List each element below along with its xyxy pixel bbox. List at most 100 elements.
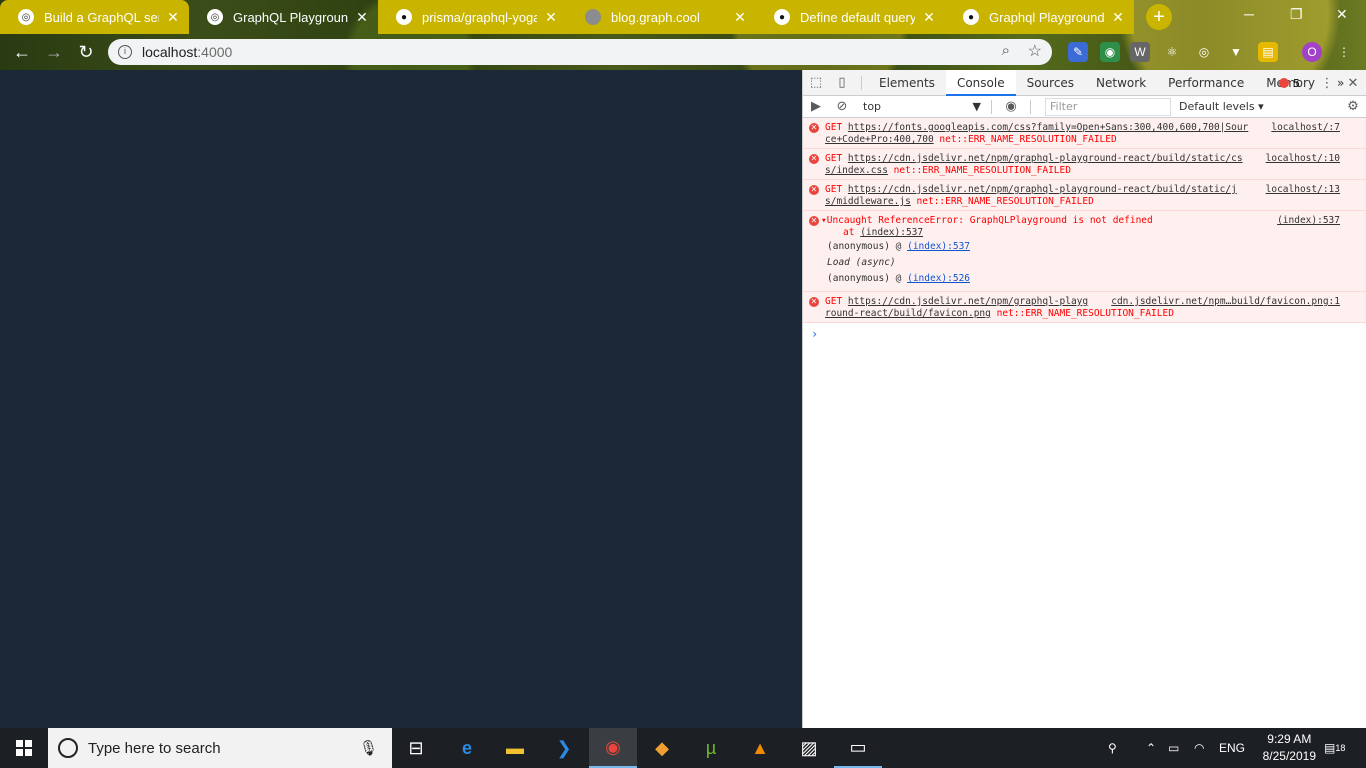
source-link[interactable]: localhost/:7 <box>1267 122 1340 134</box>
error-x-icon: ✕ <box>809 185 819 195</box>
tab-elements[interactable]: Elements <box>868 70 946 96</box>
clock[interactable]: 9:29 AM 8/25/2019 <box>1263 731 1316 765</box>
start-button[interactable] <box>0 728 48 768</box>
menu-icon[interactable]: ⋮ <box>1334 42 1354 62</box>
file-explorer-icon[interactable]: ▬ <box>491 728 539 768</box>
stack-frame: (anonymous) @ (index):537 <box>821 241 1360 253</box>
log-levels-dropdown[interactable]: Default levels ▾ <box>1179 100 1264 113</box>
console-exception-message[interactable]: ✕ ▾Uncaught ReferenceError: GraphQLPlayg… <box>803 211 1366 292</box>
error-url-cont[interactable]: s/index.css <box>825 165 888 176</box>
vscode-icon[interactable]: ❯ <box>540 728 588 768</box>
source-link[interactable]: (index):537 <box>1273 215 1340 227</box>
tab-blog-graph-cool[interactable]: blog.graph.cool ✕ <box>567 0 756 34</box>
extension-pen-icon[interactable]: ✎ <box>1068 42 1088 62</box>
stack-at-link[interactable]: (index):537 <box>860 227 923 238</box>
error-url-cont[interactable]: round-react/build/favicon.png <box>825 308 991 319</box>
tab-performance[interactable]: Performance <box>1157 70 1255 96</box>
devtools-menu-icon[interactable]: ⋮ <box>1314 76 1340 91</box>
stack-link[interactable]: (index):537 <box>907 241 970 252</box>
context-selector[interactable]: top ▼ <box>863 100 985 113</box>
github-icon: ● <box>774 9 790 25</box>
error-url-cont[interactable]: s/middleware.js <box>825 196 911 207</box>
notifications-icon[interactable]: ▤ 18 <box>1324 728 1345 768</box>
extension-vue-icon[interactable]: ▼ <box>1226 42 1246 62</box>
forward-icon[interactable]: → <box>43 42 65 63</box>
source-link[interactable]: localhost/:13 <box>1261 184 1340 196</box>
tab-graphql-playground-en[interactable]: ● Graphql Playground en ✕ <box>945 0 1134 34</box>
address-bar[interactable]: i localhost:4000 ⌕ ☆ <box>108 39 1052 65</box>
back-icon[interactable]: ← <box>11 42 33 63</box>
stack-link[interactable]: (index):526 <box>907 273 970 284</box>
error-url[interactable]: https://cdn.jsdelivr.net/npm/graphql-pla… <box>848 296 1088 307</box>
minimize-icon[interactable]: ─ <box>1244 6 1254 22</box>
language-indicator[interactable]: ENG <box>1219 728 1245 768</box>
tab-build-graphql-server[interactable]: ◎ Build a GraphQL server ✕ <box>0 0 189 34</box>
utorrent-icon[interactable]: µ <box>687 728 735 768</box>
source-link[interactable]: localhost/:10 <box>1261 153 1340 165</box>
microphone-icon[interactable]: 🎙 <box>359 739 378 757</box>
filter-input[interactable]: Filter <box>1045 97 1171 116</box>
info-icon[interactable]: i <box>118 45 132 59</box>
settings-gear-icon[interactable]: ⚙ <box>1340 99 1366 114</box>
clear-console-icon[interactable]: ⊘ <box>829 99 855 114</box>
error-count[interactable]: 5 <box>1293 77 1300 90</box>
device-toolbar-icon[interactable]: ▯ <box>829 75 855 90</box>
error-url[interactable]: https://cdn.jsdelivr.net/npm/graphql-pla… <box>848 153 1243 164</box>
extension-globe-icon[interactable]: ◉ <box>1100 42 1120 62</box>
error-text: net::ERR_NAME_RESOLUTION_FAILED <box>996 308 1174 319</box>
inspect-element-icon[interactable]: ⬚ <box>803 75 829 90</box>
extension-circle-icon[interactable]: ◎ <box>1194 42 1214 62</box>
close-icon[interactable]: ✕ <box>732 9 748 26</box>
console-error-message: ✕ GET https://cdn.jsdelivr.net/npm/graph… <box>803 180 1366 211</box>
people-icon[interactable]: ⚲ <box>1108 728 1117 768</box>
git-icon[interactable]: ◆ <box>638 728 686 768</box>
tab-graphql-playground[interactable]: ◎ GraphQL Playground ✕ <box>189 0 378 34</box>
tab-define-default-query[interactable]: ● Define default query sh ✕ <box>756 0 945 34</box>
error-url-cont[interactable]: ce+Code+Pro:400,700 <box>825 134 934 145</box>
extension-note-icon[interactable]: ▤ <box>1258 42 1278 62</box>
tab-console[interactable]: Console <box>945 69 1016 96</box>
profile-avatar[interactable]: O <box>1302 42 1322 62</box>
bookmark-star-icon[interactable]: ☆ <box>1028 41 1042 61</box>
close-icon[interactable]: ✕ <box>354 9 370 26</box>
restore-icon[interactable]: ❐ <box>1290 6 1303 23</box>
devtools-close-icon[interactable]: ✕ <box>1340 76 1366 91</box>
close-icon[interactable]: ✕ <box>165 9 181 26</box>
battery-icon[interactable]: ▭ <box>1168 728 1179 768</box>
error-url[interactable]: https://cdn.jsdelivr.net/npm/graphql-pla… <box>848 184 1237 195</box>
taskbar-search[interactable]: Type here to search 🎙 <box>48 728 392 768</box>
exception-text: ▾Uncaught ReferenceError: GraphQLPlaygro… <box>821 215 1153 226</box>
window-close-icon[interactable]: ✕ <box>1336 6 1348 23</box>
tab-sources[interactable]: Sources <box>1016 70 1085 96</box>
tab-prisma-graphql-yoga[interactable]: ● prisma/graphql-yoga: G ✕ <box>378 0 567 34</box>
github-icon: ● <box>963 9 979 25</box>
zoom-icon[interactable]: ⌕ <box>1002 42 1010 59</box>
close-icon[interactable]: ✕ <box>1110 9 1126 26</box>
devtools-panel: ⬚ ▯ Elements Console Sources Network Per… <box>802 69 1366 728</box>
edge-icon[interactable]: e <box>443 728 491 768</box>
error-url[interactable]: https://fonts.googleapis.com/css?family=… <box>848 122 1248 133</box>
method: GET <box>825 296 843 307</box>
wifi-icon[interactable]: ◠ <box>1194 728 1204 768</box>
reload-icon[interactable]: ↻ <box>75 42 97 63</box>
photos-icon[interactable]: ▨ <box>785 728 833 768</box>
close-icon[interactable]: ✕ <box>921 9 937 26</box>
source-link[interactable]: cdn.jsdelivr.net/npm…build/favicon.png:1 <box>1107 296 1340 308</box>
extension-w-icon[interactable]: W <box>1130 42 1150 62</box>
tab-network[interactable]: Network <box>1085 70 1157 96</box>
context-label: top <box>863 100 882 113</box>
sidebar-toggle-icon[interactable]: ▶ <box>803 99 829 114</box>
close-icon[interactable]: ✕ <box>543 9 559 26</box>
devtools-tabbar: ⬚ ▯ Elements Console Sources Network Per… <box>803 69 1366 96</box>
live-expression-eye-icon[interactable]: ◉ <box>998 99 1024 114</box>
error-x-icon: ✕ <box>809 216 819 226</box>
extension-react-icon[interactable]: ⚛ <box>1162 42 1182 62</box>
vlc-icon[interactable]: ▲ <box>736 728 784 768</box>
new-tab-button[interactable]: + <box>1146 4 1172 30</box>
chrome-icon[interactable]: ◉ <box>589 728 637 768</box>
console-prompt[interactable]: › <box>803 323 1366 345</box>
tray-expand-icon[interactable]: ⌃ <box>1146 728 1156 768</box>
terminal-icon[interactable]: ▭ <box>834 728 882 768</box>
stack-frame: Load (async) <box>821 257 1360 269</box>
task-view-icon[interactable]: ⊟ <box>392 728 440 768</box>
